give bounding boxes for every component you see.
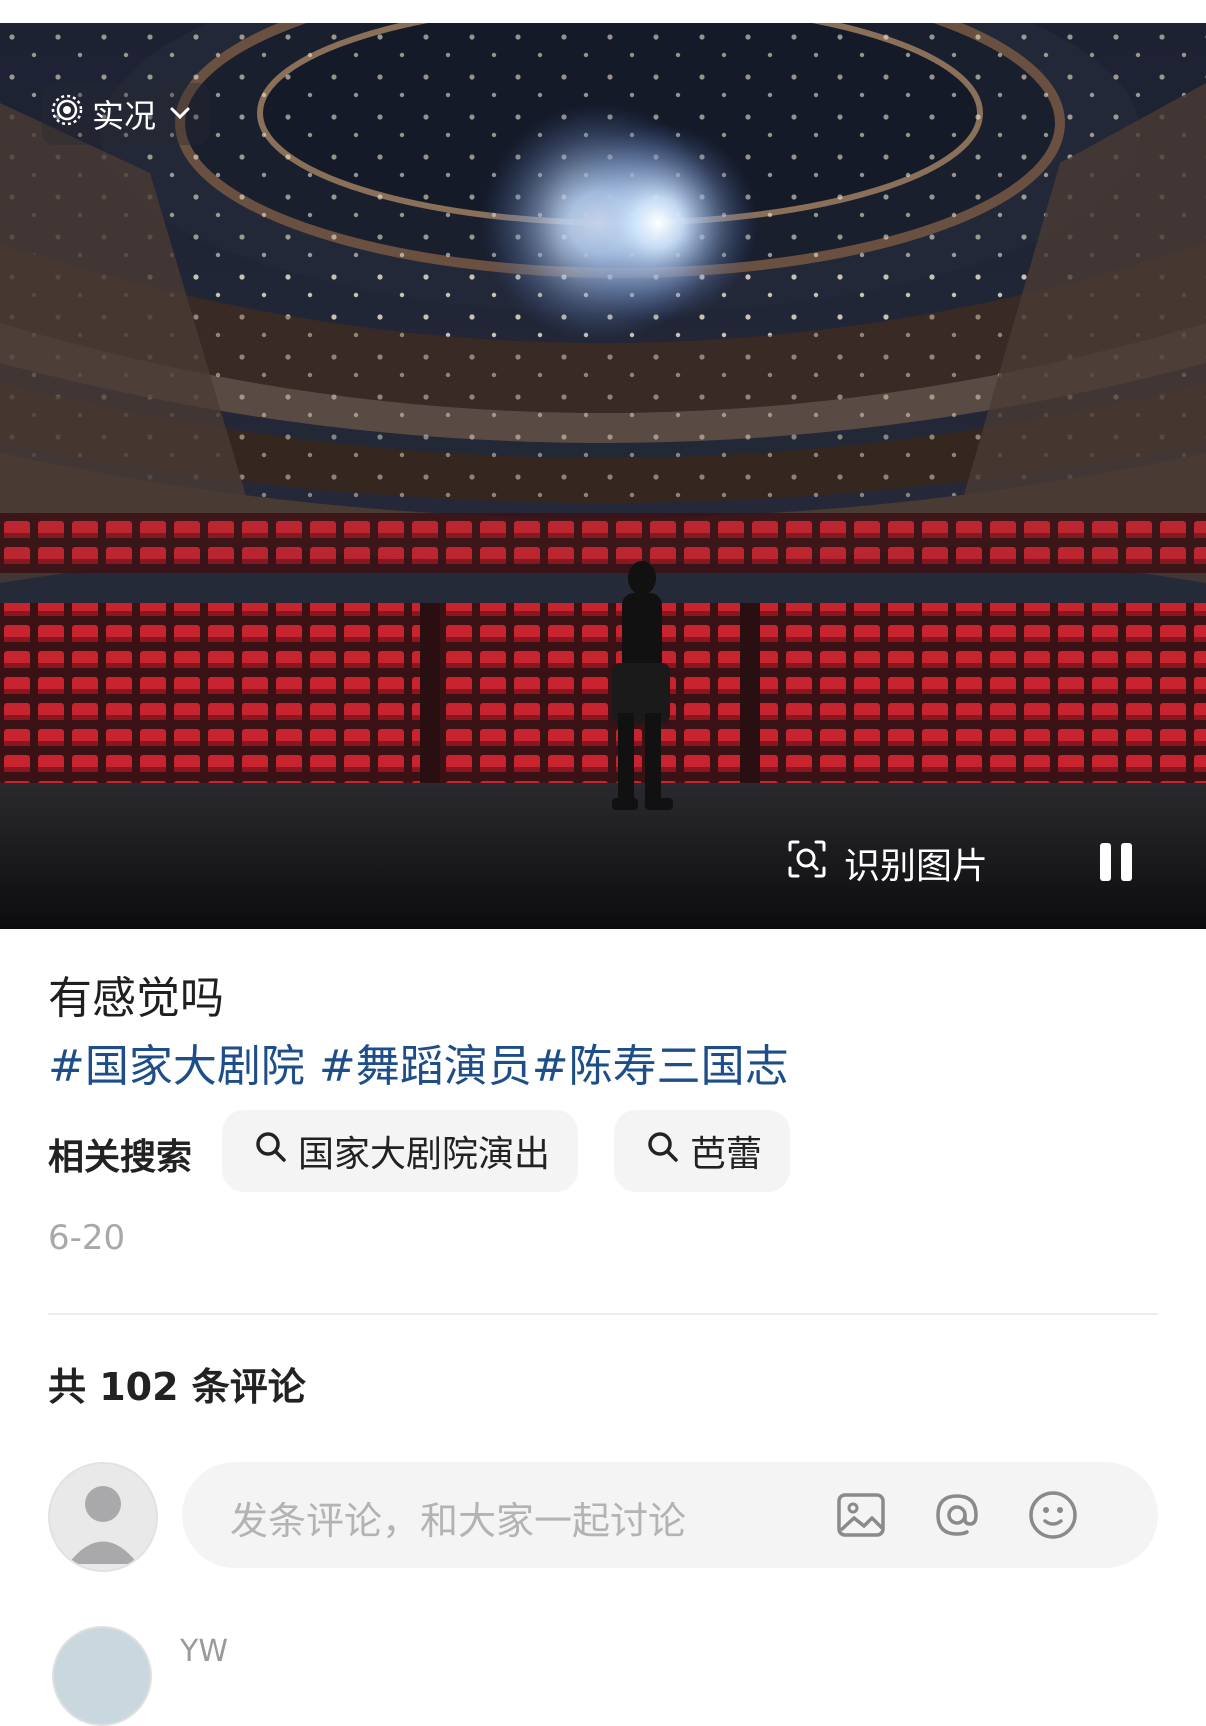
image-icon[interactable] bbox=[834, 1488, 888, 1542]
pause-icon[interactable] bbox=[1100, 843, 1132, 883]
default-avatar-icon bbox=[68, 1486, 138, 1564]
hashtag[interactable]: #陈寿三国志 bbox=[532, 1041, 789, 1092]
related-search-label: 相关搜索 bbox=[48, 1137, 193, 1178]
comment-input[interactable]: 发条评论，和大家一起讨论 bbox=[182, 1462, 1158, 1568]
post-date: 6-20 bbox=[48, 1218, 126, 1258]
avatar[interactable] bbox=[48, 1462, 158, 1572]
search-icon bbox=[646, 1130, 680, 1173]
hashtag[interactable]: #舞蹈演员 bbox=[305, 1041, 532, 1092]
comment-placeholder: 发条评论，和大家一起讨论 bbox=[230, 1499, 687, 1543]
comment-username[interactable]: YW bbox=[180, 1634, 228, 1669]
scan-image-icon bbox=[786, 838, 828, 889]
emoji-icon[interactable] bbox=[1026, 1488, 1080, 1542]
related-search-text: 芭蕾 bbox=[690, 1134, 763, 1175]
post-title: 有感觉吗 bbox=[48, 973, 224, 1024]
theater-image bbox=[0, 23, 1206, 929]
comment-count: 共 102 条评论 bbox=[48, 1365, 306, 1409]
hashtag[interactable]: #国家大剧院 bbox=[48, 1041, 305, 1092]
live-photo-icon bbox=[50, 93, 84, 135]
search-icon bbox=[254, 1130, 288, 1173]
identify-image-button[interactable]: 识别图片 bbox=[786, 837, 988, 889]
at-icon[interactable] bbox=[930, 1488, 984, 1542]
related-search-chip[interactable]: 芭蕾 bbox=[614, 1110, 791, 1192]
divider bbox=[48, 1313, 1158, 1315]
identify-image-label: 识别图片 bbox=[844, 846, 989, 887]
live-photo-badge[interactable]: 实况 bbox=[42, 83, 211, 145]
chevron-down-icon bbox=[168, 95, 192, 133]
related-search-chip[interactable]: 国家大剧院演出 bbox=[222, 1110, 579, 1192]
comment-avatar[interactable] bbox=[52, 1626, 152, 1726]
live-photo-label: 实况 bbox=[92, 97, 157, 135]
hashtag-list: #国家大剧院 #舞蹈演员#陈寿三国志 bbox=[48, 1030, 789, 1094]
related-search-text: 国家大剧院演出 bbox=[298, 1134, 551, 1175]
post-photo[interactable]: 实况 识别图片 bbox=[0, 23, 1206, 929]
